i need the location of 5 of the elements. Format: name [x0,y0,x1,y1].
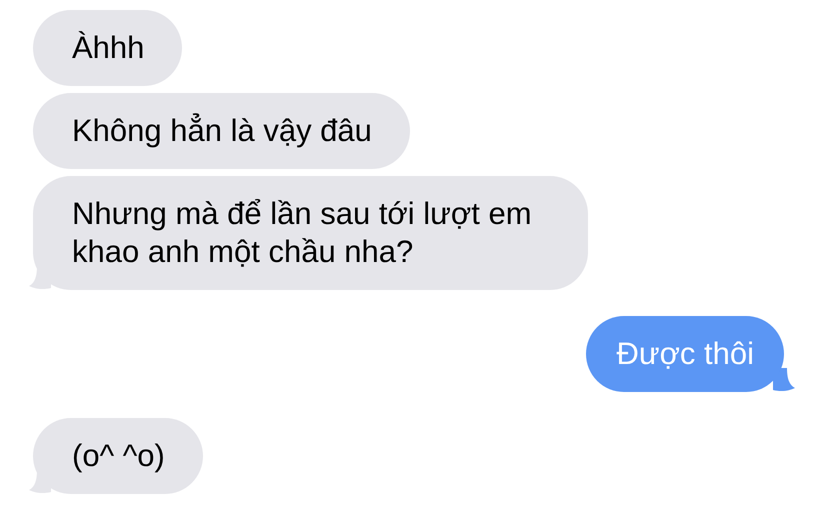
received-message-bubble: Àhhh [33,10,182,86]
received-message-bubble: Không hẳn là vậy đâu [33,93,410,169]
sent-message-bubble: Được thôi [586,316,784,392]
received-message-bubble: (o^ ^o) [33,418,203,494]
received-message-bubble: Nhưng mà để lần sau tới lượt em khao anh một chầu nha? [33,176,588,290]
